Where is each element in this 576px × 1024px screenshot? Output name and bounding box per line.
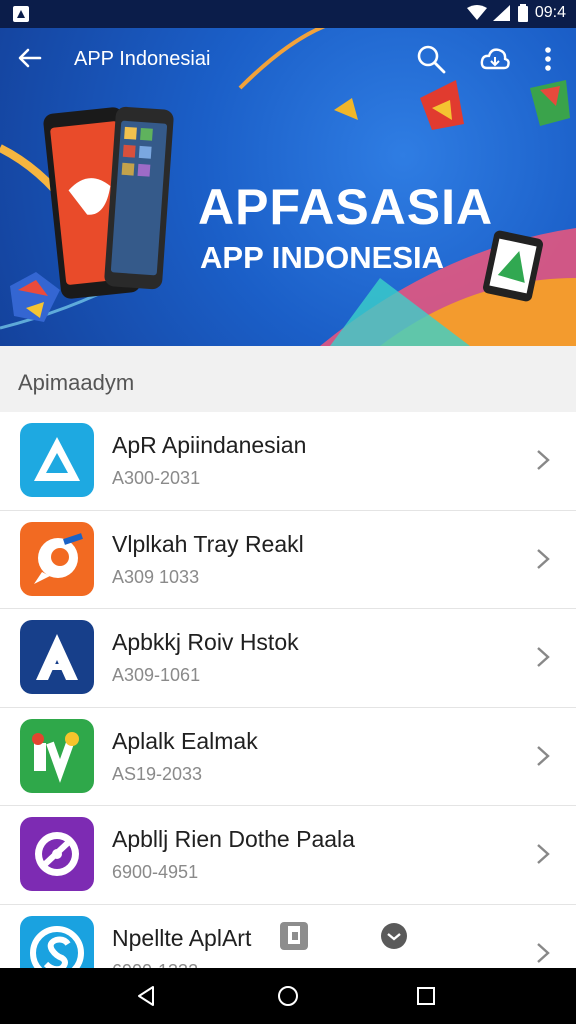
chat-bubble-logo-icon xyxy=(20,521,94,596)
banner-title: APFASASIA xyxy=(198,179,494,235)
app-code: A300-2031 xyxy=(112,468,201,488)
app-name: Vlplkah Tray Reakl xyxy=(112,530,304,557)
app-code: A309 1033 xyxy=(112,566,200,587)
more-options-icon[interactable] xyxy=(536,42,560,76)
chevron-right-icon xyxy=(537,548,550,569)
app-code: 6900-4951 xyxy=(112,862,199,882)
chevron-right-icon xyxy=(537,450,550,470)
chevron-right-icon xyxy=(537,942,550,963)
list-item[interactable]: ApR Apiindanesian A300-2031 xyxy=(0,412,576,511)
app-name: Apbllj Rien Dothe Paala xyxy=(112,826,355,852)
app-code: A309-1061 xyxy=(112,665,201,685)
system-nav-bar xyxy=(0,968,576,1024)
nav-back-icon[interactable] xyxy=(134,984,158,1008)
list-item[interactable]: Vlplkah Tray Reakl A309 1033 xyxy=(0,510,576,609)
leaf-logo-icon xyxy=(20,718,94,793)
cloud-download-icon[interactable] xyxy=(478,42,512,76)
triangle-logo-icon xyxy=(20,423,94,497)
nav-home-icon[interactable] xyxy=(276,984,300,1008)
list-item[interactable]: Aplalk Ealmak AS19-2033 xyxy=(0,707,576,806)
signal-icon xyxy=(492,5,510,21)
search-icon[interactable] xyxy=(414,42,448,76)
notification-icon xyxy=(13,6,29,22)
status-bar: 09:4 xyxy=(0,0,576,28)
swirl-logo-icon xyxy=(20,817,94,891)
clipboard-icon xyxy=(280,922,308,950)
back-arrow-icon[interactable] xyxy=(14,42,46,74)
app-name: Apbkkj Roiv Hstok xyxy=(112,629,299,655)
clock: 09:4 xyxy=(534,4,566,21)
toolbar-title: APP Indonesiai xyxy=(74,48,211,70)
section-title: Apimaadym xyxy=(18,370,135,395)
app-name: Aplalk Ealmak xyxy=(112,727,258,754)
chevron-right-icon xyxy=(537,745,550,766)
app-list: ApR Apiindanesian A300-2031 Vlplkah Tray… xyxy=(0,412,576,1003)
app-toolbar: APP Indonesiai xyxy=(0,28,576,92)
dropdown-circle-icon[interactable] xyxy=(380,922,408,950)
chevron-right-icon xyxy=(537,647,550,667)
section-header: Apimaadym xyxy=(0,346,576,412)
nav-recent-apps-icon[interactable] xyxy=(416,986,436,1006)
wifi-icon xyxy=(466,5,487,20)
app-name: ApR Apiindanesian xyxy=(112,432,307,458)
app-name: Npellte AplArt xyxy=(112,924,252,951)
battery-icon xyxy=(517,4,528,22)
banner-subtitle: APP INDONESIA xyxy=(200,240,445,275)
app-code: AS19-2033 xyxy=(112,763,203,784)
list-item[interactable]: Apbllj Rien Dothe Paala 6900-4951 xyxy=(0,806,576,905)
list-item[interactable]: Apbkkj Roiv Hstok A309-1061 xyxy=(0,609,576,708)
chevron-right-icon xyxy=(537,844,550,864)
letter-a-logo-icon xyxy=(20,620,94,694)
